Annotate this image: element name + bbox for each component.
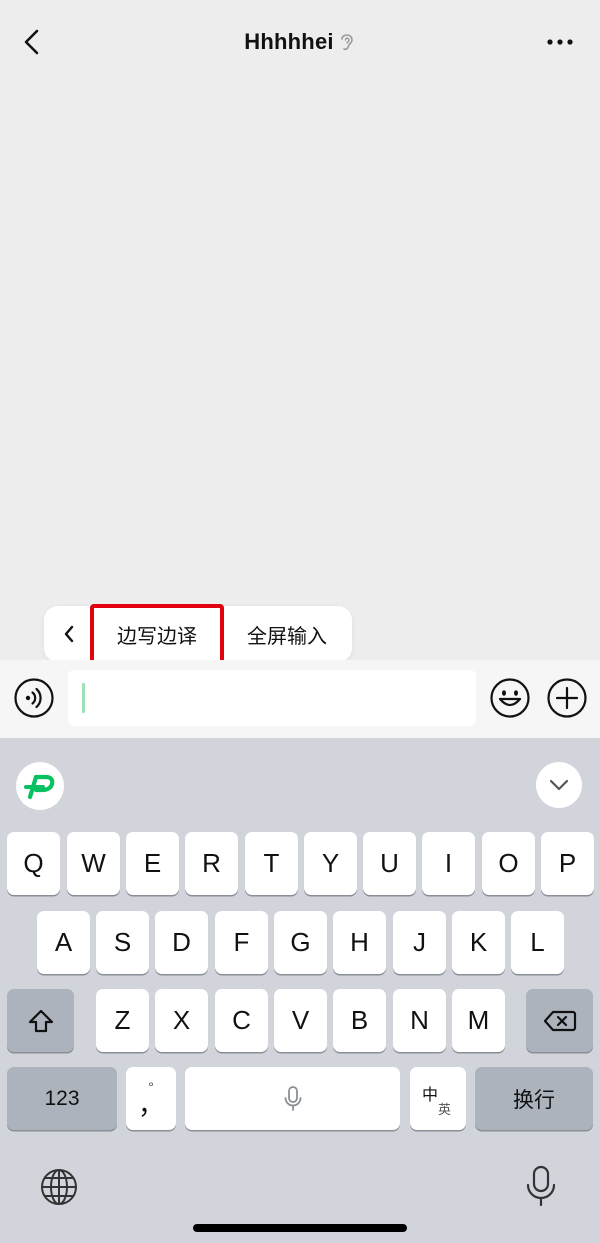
space-key[interactable] (185, 1067, 400, 1130)
chat-title-area: Hhhhhei (0, 22, 600, 62)
globe-button[interactable] (38, 1166, 80, 1208)
smiley-icon (490, 678, 530, 718)
backspace-icon (543, 1010, 576, 1031)
microphone-icon (284, 1085, 301, 1111)
key-h[interactable]: H (333, 911, 386, 974)
lang-zh-label: 中 (422, 1087, 439, 1104)
backspace-key[interactable] (526, 989, 593, 1052)
keyboard-logo-icon (24, 774, 55, 800)
key-r[interactable]: R (185, 832, 238, 895)
key-a[interactable]: A (37, 911, 90, 974)
more-button[interactable] (538, 22, 582, 62)
key-x[interactable]: X (155, 989, 208, 1052)
key-l[interactable]: L (511, 911, 564, 974)
key-v[interactable]: V (274, 989, 327, 1052)
ear-icon (340, 34, 353, 51)
translate-while-typing-option[interactable]: 边写边译 (90, 604, 224, 664)
key-t[interactable]: T (245, 832, 298, 895)
text-caret (82, 683, 85, 713)
language-switch-key[interactable]: 中 英 (410, 1067, 466, 1130)
key-m[interactable]: M (452, 989, 505, 1052)
numbers-key[interactable]: 123 (7, 1067, 117, 1130)
collapse-keyboard-button[interactable] (536, 762, 582, 808)
punctuation-key[interactable]: ° ， (126, 1067, 176, 1130)
key-o[interactable]: O (482, 832, 535, 895)
globe-icon (41, 1169, 77, 1205)
return-key[interactable]: 换行 (475, 1067, 593, 1130)
microphone-icon (526, 1165, 556, 1207)
key-n[interactable]: N (393, 989, 446, 1052)
key-p[interactable]: P (541, 832, 594, 895)
shift-arrow-icon (28, 1009, 53, 1032)
key-z[interactable]: Z (96, 989, 149, 1052)
key-c[interactable]: C (215, 989, 268, 1052)
fullscreen-input-option[interactable]: 全屏输入 (226, 604, 348, 664)
home-indicator (193, 1224, 407, 1232)
dictation-button[interactable] (522, 1164, 560, 1210)
plus-circle-icon (547, 678, 587, 718)
popover-back-button[interactable] (52, 612, 86, 656)
key-e[interactable]: E (126, 832, 179, 895)
voice-wave-icon (14, 678, 54, 718)
lang-en-label: 英 (438, 1102, 452, 1117)
key-j[interactable]: J (393, 911, 446, 974)
key-k[interactable]: K (452, 911, 505, 974)
more-functions-button[interactable] (546, 677, 588, 719)
key-d[interactable]: D (155, 911, 208, 974)
key-u[interactable]: U (363, 832, 416, 895)
more-dots-icon (547, 39, 573, 45)
key-y[interactable]: Y (304, 832, 357, 895)
key-i[interactable]: I (422, 832, 475, 895)
voice-input-button[interactable] (13, 677, 55, 719)
key-s[interactable]: S (96, 911, 149, 974)
chat-title: Hhhhhei (244, 29, 334, 54)
key-g[interactable]: G (274, 911, 327, 974)
message-input[interactable] (68, 670, 476, 726)
key-f[interactable]: F (215, 911, 268, 974)
key-q[interactable]: Q (7, 832, 60, 895)
chevron-down-icon (549, 779, 569, 791)
key-w[interactable]: W (67, 832, 120, 895)
punct-primary-label: ， (137, 1089, 164, 1120)
chevron-left-icon (64, 625, 74, 643)
shift-key[interactable] (7, 989, 74, 1052)
key-b[interactable]: B (333, 989, 386, 1052)
keyboard-logo-button[interactable] (16, 762, 64, 810)
emoji-button[interactable] (489, 677, 531, 719)
